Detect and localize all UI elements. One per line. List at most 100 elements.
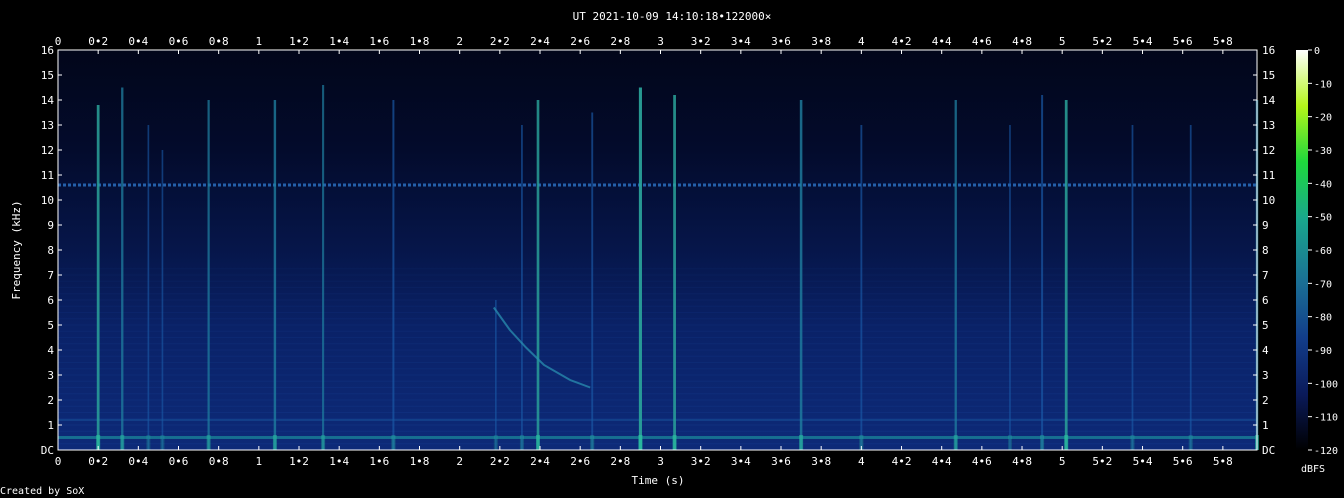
y-tick-label: 11 [41, 169, 54, 182]
y-tick-label: 15 [1262, 69, 1275, 82]
y-tick-label: 14 [41, 94, 55, 107]
impulse-base [321, 435, 326, 450]
x-tick-label: 4•8 [1012, 455, 1032, 468]
x-tick-label: 3•6 [771, 35, 791, 48]
y-tick-label: 1 [1262, 419, 1269, 432]
x-tick-label: 0•6 [169, 455, 189, 468]
y-tick-label: 3 [1262, 369, 1269, 382]
impulse-base [1188, 435, 1193, 450]
x-tick-label: 0•4 [128, 455, 148, 468]
x-tick-label: 1•8 [410, 35, 430, 48]
x-tick-label: 3•2 [691, 455, 711, 468]
x-tick-label: 2•6 [570, 455, 590, 468]
colorbar-tick-label: -90 [1314, 346, 1332, 357]
y-tick-label: 12 [1262, 144, 1275, 157]
x-tick-label: 1•6 [369, 455, 389, 468]
y-tick-label: 6 [47, 294, 54, 307]
colorbar-tick-label: -60 [1314, 246, 1332, 257]
colorbar-tick-label: -40 [1314, 179, 1332, 190]
spectrogram-background [58, 50, 1257, 450]
impulse-base [493, 435, 498, 450]
y-tick-label: 11 [1262, 169, 1275, 182]
plot-area [57, 49, 1259, 451]
spectrogram-figure: UT 2021-10-09 14:10:18•122000× 0 0•2 0•4 0•… [0, 10, 1338, 497]
x-tick-label: 5•2 [1092, 35, 1112, 48]
impulse-base [206, 435, 211, 450]
x-tick-label: 5•8 [1213, 455, 1233, 468]
x-tick-label: 3 [657, 455, 664, 468]
x-tick-label: 3•8 [811, 455, 831, 468]
impulse-base [1064, 435, 1069, 450]
y-tick-label: 14 [1262, 94, 1276, 107]
x-tick-label: 3•4 [731, 35, 751, 48]
x-tick-label: 1 [256, 455, 263, 468]
y-tick-label: 7 [1262, 269, 1269, 282]
x-tick-label: 1•8 [410, 455, 430, 468]
colorbar-label: dBFS [1301, 464, 1325, 475]
x-tick-label: 4 [858, 455, 865, 468]
x-tick-label: 2•4 [530, 35, 550, 48]
x-tick-label: 4•2 [892, 35, 912, 48]
y-tick-label: 16 [1262, 44, 1275, 57]
x-tick-label: 2•8 [610, 35, 630, 48]
x-tick-label: 5•6 [1173, 35, 1193, 48]
y-tick-label: DC [41, 444, 54, 457]
y-tick-label: 9 [1262, 219, 1269, 232]
y-tick-label: 2 [1262, 394, 1269, 407]
colorbar-tick-label: -120 [1314, 446, 1338, 457]
impulse-base [799, 435, 804, 450]
chart-title: UT 2021-10-09 14:10:18•122000× [573, 10, 772, 23]
colorbar-tick-label: -10 [1314, 79, 1332, 90]
y-tick-label: 4 [1262, 344, 1269, 357]
impulse-base [1130, 435, 1135, 450]
colorbar-ticks: 0 -10 -20 -30 -40 -50 -60 -70 -80 -90 -100 -110 -120 [1308, 46, 1338, 457]
x-tick-label: 0•8 [209, 455, 229, 468]
impulse-base [953, 435, 958, 450]
y-tick-label: 10 [1262, 194, 1275, 207]
x-tick-label: 5 [1059, 35, 1066, 48]
x-tick-label: 4•6 [972, 455, 992, 468]
x-tick-label: 2 [456, 35, 463, 48]
y-tick-label: 8 [47, 244, 54, 257]
x-tick-label: 5 [1059, 455, 1066, 468]
x-tick-label: 2•2 [490, 455, 510, 468]
x-tick-label: 5•2 [1092, 455, 1112, 468]
x-tick-label: 1•4 [329, 35, 349, 48]
y-tick-label: 7 [47, 269, 54, 282]
x-tick-label: 1•6 [369, 35, 389, 48]
x-tick-label: 4 [858, 35, 865, 48]
x-tick-label: 3•2 [691, 35, 711, 48]
y-tick-label: 5 [47, 319, 54, 332]
impulse-base [590, 435, 595, 450]
x-tick-label: 2 [456, 455, 463, 468]
x-tick-label: 0•4 [128, 35, 148, 48]
y-tick-label: 15 [41, 69, 54, 82]
colorbar-tick-label: -100 [1314, 379, 1338, 390]
x-tick-label: 4•6 [972, 35, 992, 48]
impulse-base [519, 435, 524, 450]
x-tick-label: 0•2 [88, 455, 108, 468]
x-tick-label: 2•8 [610, 455, 630, 468]
colorbar-tick-label: -80 [1314, 313, 1332, 324]
y-tick-label: 2 [47, 394, 54, 407]
y-tick-label: DC [1262, 444, 1275, 457]
x-tick-label: 5•6 [1173, 455, 1193, 468]
impulse-base [146, 435, 151, 450]
colorbar-tick-label: 0 [1314, 46, 1320, 57]
x-axis-label: Time (s) [632, 474, 685, 487]
y-tick-label: 13 [41, 119, 54, 132]
x-tick-label: 4•4 [932, 455, 952, 468]
x-tick-label: 4•2 [892, 455, 912, 468]
x-tick-label: 2•4 [530, 455, 550, 468]
impulse-base [120, 435, 125, 450]
colorbar-tick-label: -30 [1314, 146, 1332, 157]
x-tick-label: 5•4 [1133, 455, 1153, 468]
y-tick-label: 4 [47, 344, 54, 357]
y-tick-label: 8 [1262, 244, 1269, 257]
x-tick-label: 5•4 [1133, 35, 1153, 48]
y-tick-label: 1 [47, 419, 54, 432]
x-tick-label: 2•6 [570, 35, 590, 48]
x-tick-label: 0•8 [209, 35, 229, 48]
x-tick-label: 0 [55, 35, 62, 48]
x-tick-label: 1•2 [289, 455, 309, 468]
